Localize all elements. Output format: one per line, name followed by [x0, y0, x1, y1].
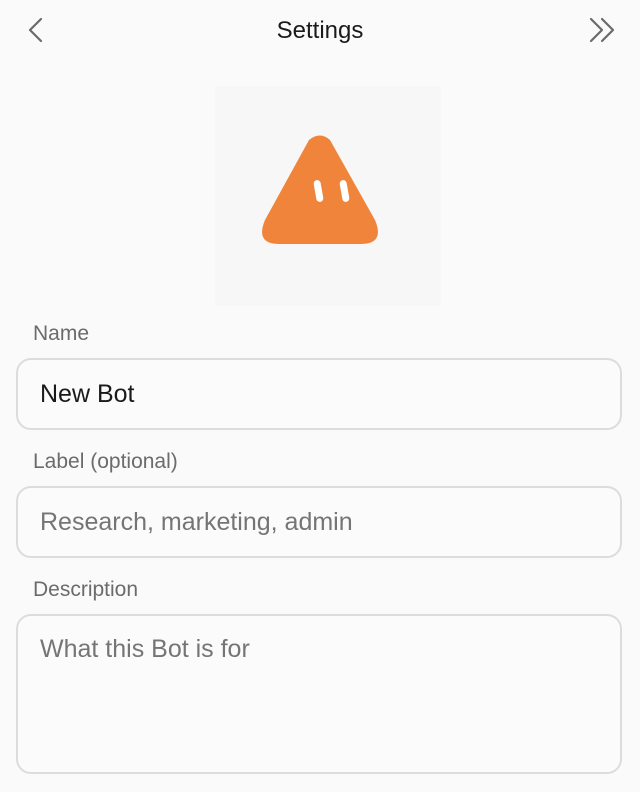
name-label: Name — [33, 322, 90, 345]
bot-avatar[interactable] — [215, 86, 441, 306]
collapse-panel-button[interactable] — [586, 12, 626, 48]
description-textarea[interactable] — [16, 614, 622, 774]
bot-avatar-icon — [262, 135, 378, 244]
description-label: Description — [33, 578, 139, 601]
double-chevron-right-icon — [589, 17, 615, 43]
label-field-label: Label (optional) — [33, 450, 178, 473]
page-title: Settings — [276, 17, 364, 44]
label-input[interactable] — [16, 486, 622, 558]
header: Settings — [0, 0, 640, 62]
name-input[interactable] — [16, 358, 622, 430]
